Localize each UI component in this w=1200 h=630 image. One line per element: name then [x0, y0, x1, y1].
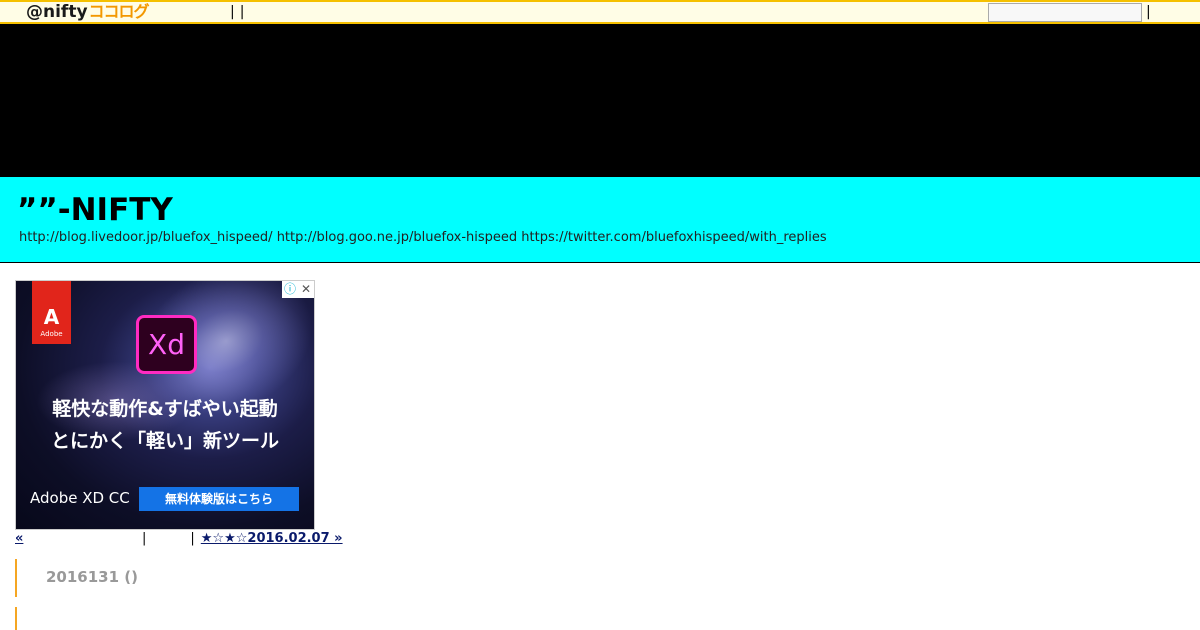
- entry-accent-line: [15, 607, 17, 630]
- adobe-logo: A Adobe: [32, 281, 71, 344]
- ad-close-icon[interactable]: ✕: [298, 281, 314, 298]
- ad-product-name: Adobe XD CC: [30, 489, 130, 507]
- nifty-topbar: @nifty ココログ | | |: [0, 0, 1200, 24]
- pager-separator: |: [142, 531, 147, 546]
- next-entry-link[interactable]: ★☆★☆2016.02.07 »: [201, 531, 420, 547]
- xd-app-icon: Xd: [136, 315, 197, 374]
- ad-controls: ⓘ ✕: [282, 281, 314, 298]
- entry-accent-line: [15, 559, 17, 597]
- ad-info-icon[interactable]: ⓘ: [282, 281, 298, 298]
- blog-description: http://blog.livedoor.jp/bluefox_hispeed/…: [19, 230, 827, 245]
- logo-kokolog-text: ココログ: [88, 2, 150, 21]
- nav-separator: |: [230, 4, 235, 20]
- entry-date: 2016131 (): [46, 568, 138, 586]
- advertisement[interactable]: A Adobe Xd ⓘ ✕ 軽快な動作&すばやい起動 とにかく「軽い」新ツール…: [15, 280, 315, 530]
- adobe-logo-mark: A: [43, 305, 60, 329]
- logo-nifty-text: @nifty: [26, 2, 88, 22]
- prev-entry-link[interactable]: «: [15, 531, 136, 547]
- blog-header: ””-NIFTY http://blog.livedoor.jp/bluefox…: [0, 177, 1200, 263]
- ad-subheadline: とにかく「軽い」新ツール: [50, 430, 279, 452]
- cocolog-logo[interactable]: @nifty ココログ: [26, 2, 150, 22]
- ad-headline: 軽快な動作&すばやい起動: [52, 398, 278, 420]
- blog-title[interactable]: ””-NIFTY: [17, 192, 173, 228]
- pager-separator: |: [190, 531, 195, 546]
- adobe-logo-text: Adobe: [40, 330, 63, 338]
- nav-separator: |: [239, 4, 245, 20]
- ad-free-trial-button[interactable]: 無料体験版はこちら: [139, 487, 299, 511]
- header-banner: [0, 24, 1200, 177]
- search-input[interactable]: [988, 3, 1142, 22]
- topbar-nav: | |: [230, 3, 263, 21]
- entry-pager: « | | ★☆★☆2016.02.07 »: [15, 531, 420, 547]
- search-separator: |: [1146, 4, 1151, 20]
